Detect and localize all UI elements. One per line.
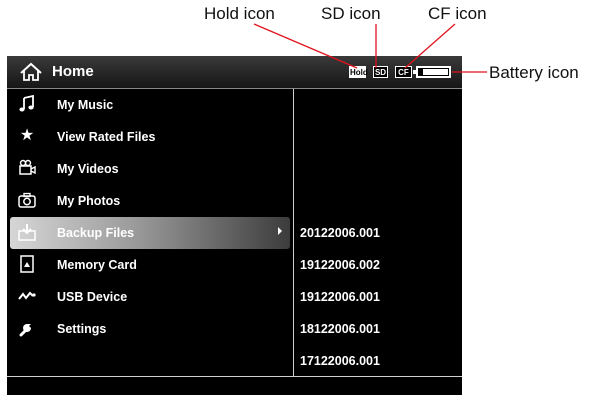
menu-item-backup-files[interactable]: Backup Files — [10, 217, 290, 249]
column-divider — [293, 89, 294, 376]
battery-icon-callout: Battery icon — [489, 63, 579, 82]
menu-item-label: Backup Files — [57, 226, 135, 240]
menu-item-my-photos[interactable]: My Photos — [10, 185, 290, 217]
submenu-arrow-icon — [278, 227, 282, 235]
page-title: Home — [52, 63, 94, 80]
hold-icon-callout: Hold icon — [204, 4, 275, 23]
hold-icon: Hold — [349, 66, 368, 78]
file-item[interactable]: 20122006.001 — [300, 217, 460, 249]
header-bar: Home Hold SD CF — [7, 56, 462, 89]
figure: Hold icon SD icon CF icon Battery icon H… — [0, 0, 605, 395]
memory-card-icon — [20, 255, 34, 273]
menu-item-label: My Music — [57, 98, 114, 112]
menu-item-my-videos[interactable]: My Videos — [10, 153, 290, 185]
battery-terminal — [413, 70, 416, 74]
home-icon — [20, 62, 42, 81]
menu-item-usb-device[interactable]: USB Device — [10, 281, 290, 313]
menu-item-settings[interactable]: Settings — [10, 313, 290, 345]
file-item[interactable]: 19122006.001 — [300, 281, 460, 313]
menu-item-label: My Photos — [57, 194, 121, 208]
menu-item-label: Settings — [57, 322, 107, 336]
music-note-icon — [19, 95, 34, 112]
menu-item-label: My Videos — [57, 162, 119, 176]
main-menu: My Music ★ View Rated Files My Videos My… — [7, 89, 293, 345]
usb-icon — [18, 291, 36, 300]
battery-level-fill — [423, 69, 448, 75]
menu-item-label: View Rated Files — [57, 130, 156, 144]
file-item[interactable]: 19122006.002 — [300, 249, 460, 281]
menu-item-memory-card[interactable]: Memory Card — [10, 249, 290, 281]
menu-item-label: Memory Card — [57, 258, 137, 272]
backup-icon — [18, 224, 36, 241]
menu-item-view-rated-files[interactable]: ★ View Rated Files — [10, 121, 290, 153]
sd-card-icon: SD — [373, 66, 388, 78]
backup-file-list: 20122006.001 19122006.002 19122006.001 1… — [300, 217, 460, 377]
camera-icon — [18, 192, 36, 208]
wrench-icon — [19, 324, 31, 337]
battery-icon — [413, 66, 451, 78]
menu-item-my-music[interactable]: My Music — [10, 89, 290, 121]
file-item[interactable]: 18122006.001 — [300, 313, 460, 345]
star-icon: ★ — [19, 127, 35, 144]
cf-card-icon: CF — [395, 66, 412, 78]
menu-item-label: USB Device — [57, 290, 128, 304]
sd-icon-callout: SD icon — [321, 4, 381, 23]
video-camera-icon — [19, 159, 36, 175]
file-item[interactable]: 17122006.001 — [300, 345, 460, 377]
cf-icon-callout: CF icon — [428, 4, 487, 23]
device-screen: Home Hold SD CF My Music ★ View Rated Fi… — [7, 56, 462, 395]
